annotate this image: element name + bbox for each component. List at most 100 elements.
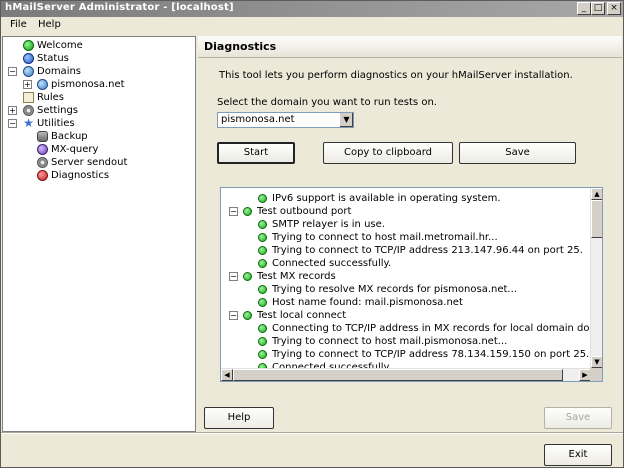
diagnostics-log[interactable]: IPv6 support is available in operating s… [220,187,603,382]
tree-item-domains[interactable]: − Domains [3,65,193,78]
mx-query-icon [37,144,48,155]
star-icon: ★ [23,116,34,130]
log-item[interactable]: Connected successfully. [221,257,591,270]
diagnostics-icon [37,170,48,181]
status-icon [23,53,34,64]
tree-item-rules[interactable]: Rules [3,91,193,104]
status-ok-icon [258,285,267,294]
tree-label: Status [37,53,69,64]
panel-title: Diagnostics [198,36,622,58]
tree-item-domain-pismonosa[interactable]: + pismonosa.net [3,78,193,91]
status-ok-icon [258,220,267,229]
scroll-corner [590,368,602,381]
tree-item-diagnostics[interactable]: Diagnostics [3,169,193,182]
tree-label: Welcome [37,40,83,51]
status-ok-icon [258,233,267,242]
footer-separator [1,432,623,434]
expand-icon[interactable]: + [23,80,32,89]
log-group[interactable]: − Test MX records [221,270,591,283]
welcome-icon [23,40,34,51]
tree-label: MX-query [51,144,99,155]
tree-label: Backup [51,131,88,142]
copy-to-clipboard-button[interactable]: Copy to clipboard [323,142,453,164]
tree-label: Server sendout [51,157,128,168]
help-button[interactable]: Help [204,407,274,429]
log-item[interactable]: Trying to resolve MX records for pismono… [221,283,591,296]
tree-label: Utilities [37,118,75,129]
log-text: Connected successfully. [272,258,392,269]
menu-bar: File Help [1,17,623,35]
status-ok-icon [258,337,267,346]
collapse-icon[interactable]: − [229,207,238,216]
chevron-down-icon[interactable]: ▼ [339,113,353,127]
status-ok-icon [258,324,267,333]
save-button[interactable]: Save [544,407,612,429]
status-ok-icon [243,311,252,320]
log-item[interactable]: Trying to connect to TCP/IP address 78.1… [221,348,591,361]
tree-label: Settings [37,105,79,116]
maximize-button[interactable]: □ [591,2,605,15]
log-text: Test outbound port [257,206,352,217]
minimize-button[interactable]: _ [577,2,591,15]
tree-item-mx-query[interactable]: MX-query [3,143,193,156]
expand-icon[interactable]: + [8,106,17,115]
tree-item-welcome[interactable]: Welcome [3,39,193,52]
collapse-icon[interactable]: − [8,119,17,128]
log-item[interactable]: Trying to connect to host mail.pismonosa… [221,335,591,348]
status-ok-icon [258,194,267,203]
tree-label: Domains [37,66,82,77]
tree-item-status[interactable]: Status [3,52,193,65]
log-item[interactable]: Trying to connect to TCP/IP address 213.… [221,244,591,257]
tree-item-server-sendout[interactable]: Server sendout [3,156,193,169]
log-group[interactable]: − Test local connect [221,309,591,322]
save-log-button[interactable]: Save [459,142,576,164]
log-text: SMTP relayer is in use. [272,219,385,230]
exit-button[interactable]: Exit [544,444,612,466]
start-button[interactable]: Start [217,142,295,164]
log-item[interactable]: Connecting to TCP/IP address in MX recor… [221,322,602,335]
tree-item-backup[interactable]: Backup [3,130,193,143]
tree-label: Rules [37,92,64,103]
menu-file[interactable]: File [10,19,27,30]
log-text: Connecting to TCP/IP address in MX recor… [272,323,602,334]
vertical-scrollbar[interactable]: ▲ ▼ [590,188,602,368]
domain-select-value: pismonosa.net [221,114,295,125]
collapse-icon[interactable]: − [229,272,238,281]
log-item[interactable]: Host name found: mail.pismonosa.net [221,296,591,309]
server-icon [37,157,48,168]
intro-text: This tool lets you perform diagnostics o… [219,70,573,81]
scroll-left-icon[interactable]: ◀ [221,369,233,381]
horizontal-scrollbar[interactable]: ◀ ▶ [221,368,591,381]
diagnostics-panel: Diagnostics This tool lets you perform d… [198,36,623,432]
log-text: Trying to connect to host mail.metromail… [272,232,498,243]
domain-select[interactable]: pismonosa.net ▼ [217,112,354,128]
title-bar: hMailServer Administrator - [localhost] … [1,1,623,17]
collapse-icon[interactable]: − [8,67,17,76]
tree-label: Diagnostics [51,170,110,181]
log-text: Trying to connect to host mail.pismonosa… [272,336,508,347]
log-text: IPv6 support is available in operating s… [272,193,501,204]
menu-help[interactable]: Help [38,19,61,30]
log-item[interactable]: Trying to connect to host mail.metromail… [221,231,591,244]
status-ok-icon [243,272,252,281]
log-text: Trying to resolve MX records for pismono… [272,284,517,295]
log-item[interactable]: SMTP relayer is in use. [221,218,591,231]
domain-icon [37,79,48,90]
log-text: Test local connect [257,310,347,321]
gear-icon [23,105,34,116]
close-button[interactable]: × [607,2,621,15]
backup-icon [37,131,48,142]
log-group[interactable]: − Test outbound port [221,205,591,218]
window-title: hMailServer Administrator - [localhost] [5,2,234,13]
scroll-down-icon[interactable]: ▼ [591,356,602,368]
scroll-thumb[interactable] [591,200,602,238]
collapse-icon[interactable]: − [229,311,238,320]
navigation-tree: Welcome Status − Domains + pismonosa.net… [2,36,196,432]
select-domain-label: Select the domain you want to run tests … [217,97,437,108]
hscroll-thumb[interactable] [233,369,563,381]
rules-icon [23,92,34,103]
log-text: Trying to connect to TCP/IP address 213.… [272,245,583,256]
tree-item-utilities[interactable]: − ★ Utilities [3,117,193,130]
log-item[interactable]: IPv6 support is available in operating s… [221,192,591,205]
scroll-up-icon[interactable]: ▲ [591,188,602,200]
